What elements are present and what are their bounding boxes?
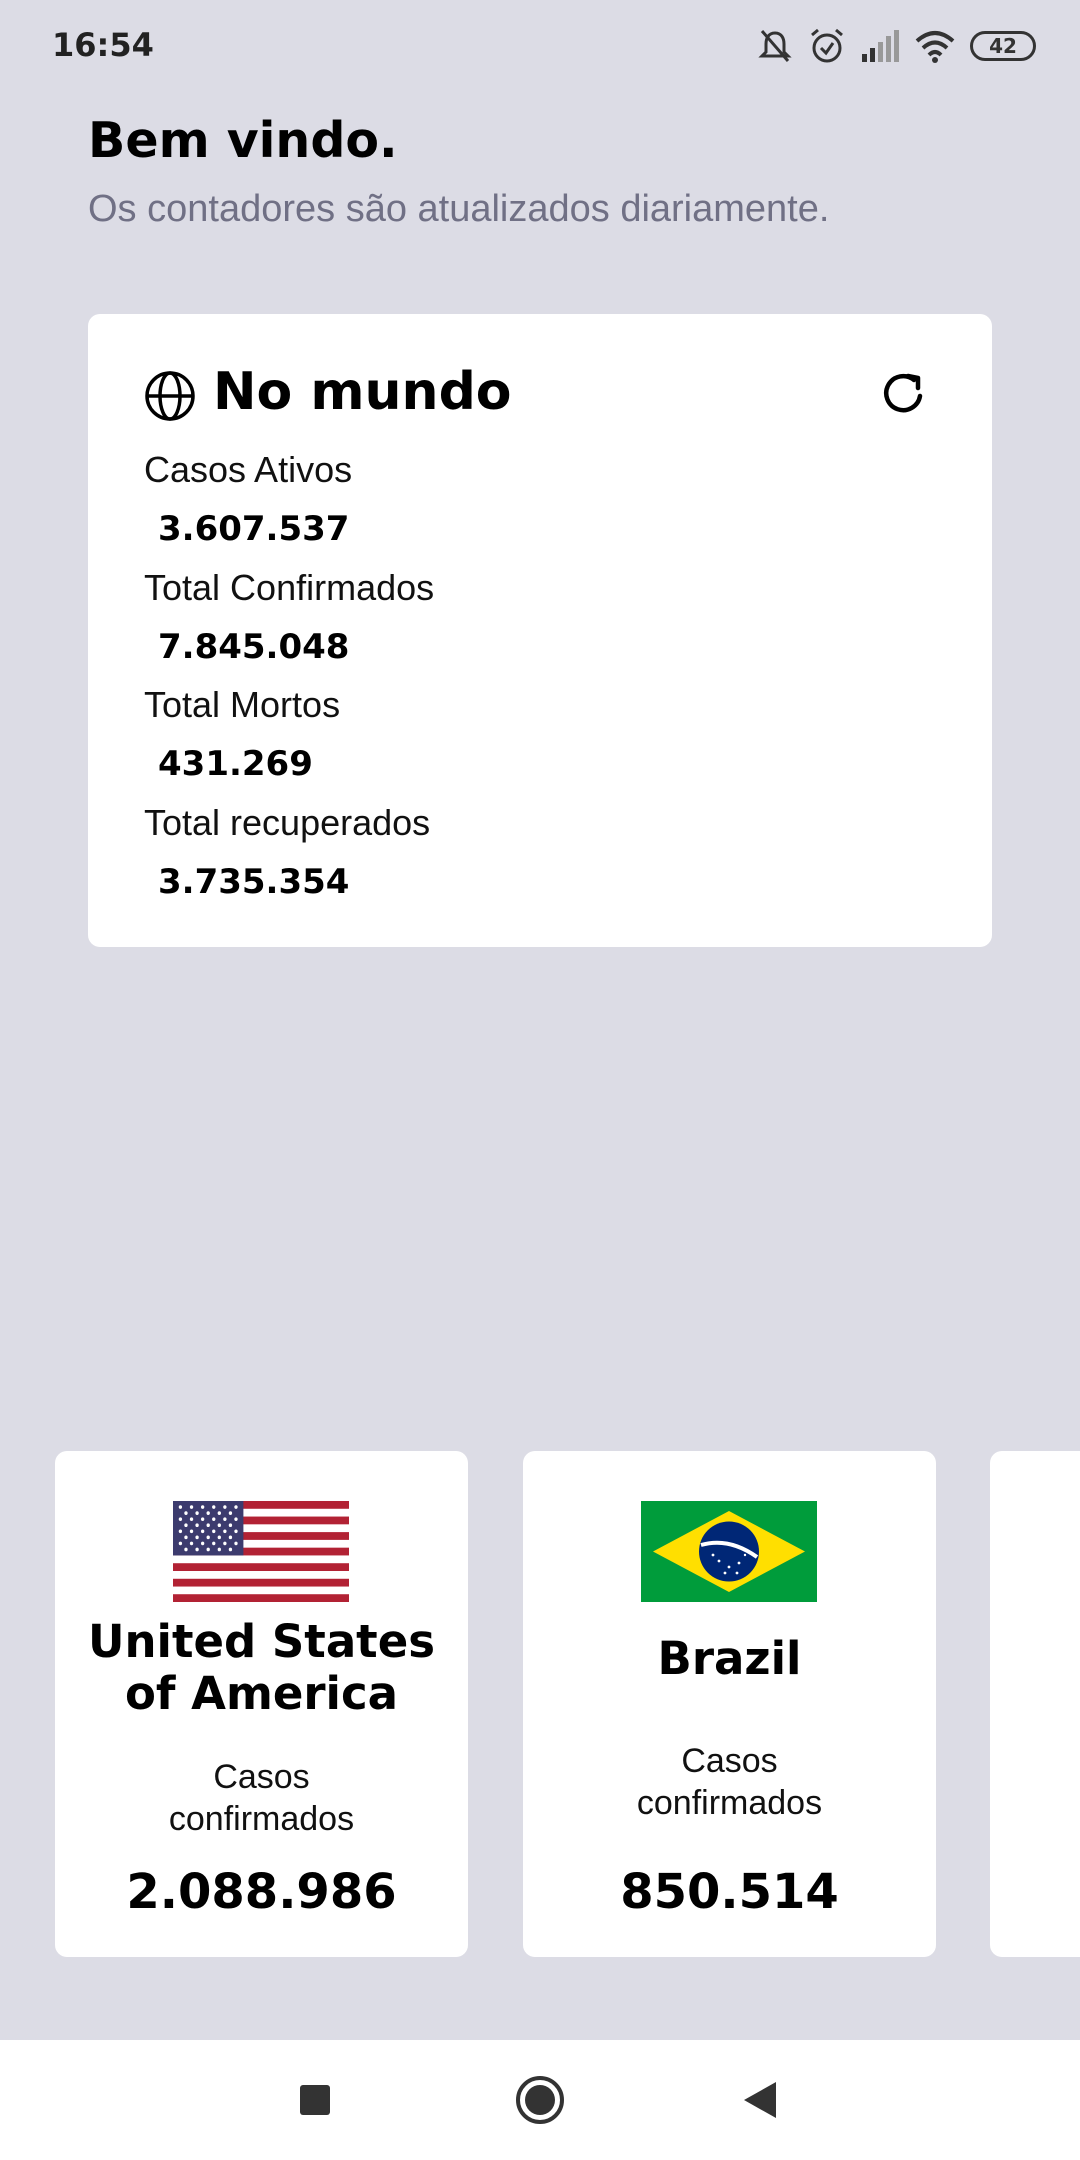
stat-label: Total Confirmados [144, 567, 435, 608]
country-card-partial[interactable] [990, 1451, 1080, 1957]
cases-label-line1: Casos [681, 1742, 778, 1780]
back-triangle-icon [744, 2082, 776, 2118]
brazil-flag [641, 1501, 817, 1602]
recents-button[interactable] [265, 2040, 365, 2160]
status-icons: 42 [756, 26, 1036, 66]
page-subtitle: Os contadores são atualizados diariament… [88, 188, 830, 230]
home-circle-icon [516, 2076, 564, 2124]
status-time: 16:54 [52, 26, 154, 64]
alarm-icon [811, 28, 843, 63]
refresh-icon[interactable] [878, 368, 930, 420]
back-button[interactable] [710, 2040, 810, 2160]
globe-icon [145, 371, 195, 421]
wifi-icon [915, 31, 955, 63]
page-title: Bem vindo. [88, 112, 398, 169]
stat-label: Total Mortos [144, 684, 341, 725]
recents-square-icon [300, 2085, 330, 2115]
stat-value: 3.607.537 [158, 509, 350, 549]
stat-label: Total recuperados [144, 802, 431, 843]
country-card-brazil[interactable]: Brazil Casos confirmados 850.514 [523, 1451, 936, 1957]
mute-icon [758, 30, 792, 62]
navigation-bar [0, 2040, 1080, 2160]
cases-label-line1: Casos [213, 1758, 310, 1796]
stat-value: 3.735.354 [158, 862, 350, 902]
stat-total-recovered: Total recuperados 3.735.354 [144, 802, 430, 902]
country-name-line1: United States [87, 1615, 435, 1668]
country-name-line2: of America [124, 1667, 399, 1720]
world-stats-card: No mundo Casos Ativos 3.607.537 Total Co… [88, 314, 992, 947]
stat-value: 7.845.048 [158, 627, 350, 667]
cases-value: 850.514 [620, 1864, 839, 1920]
stat-active-cases: Casos Ativos 3.607.537 [144, 449, 352, 549]
stat-total-confirmed: Total Confirmados 7.845.048 [144, 567, 434, 667]
status-bar: 16:54 42 [0, 0, 1080, 90]
home-button[interactable] [490, 2040, 590, 2160]
battery-icon: 42 [970, 31, 1036, 61]
stat-total-deaths: Total Mortos 431.269 [144, 684, 340, 784]
cases-value: 2.088.986 [126, 1864, 397, 1920]
cases-label-line2: confirmados [168, 1800, 355, 1838]
country-name-line1: Brazil [657, 1632, 802, 1685]
signal-icon [862, 30, 899, 62]
world-title: No mundo [213, 362, 512, 422]
stat-label: Casos Ativos [144, 449, 353, 490]
cases-label-line2: confirmados [636, 1784, 823, 1822]
usa-flag [173, 1501, 349, 1602]
country-card-usa[interactable]: United States of America Casos confirmad… [55, 1451, 468, 1957]
stat-value: 431.269 [158, 744, 313, 784]
